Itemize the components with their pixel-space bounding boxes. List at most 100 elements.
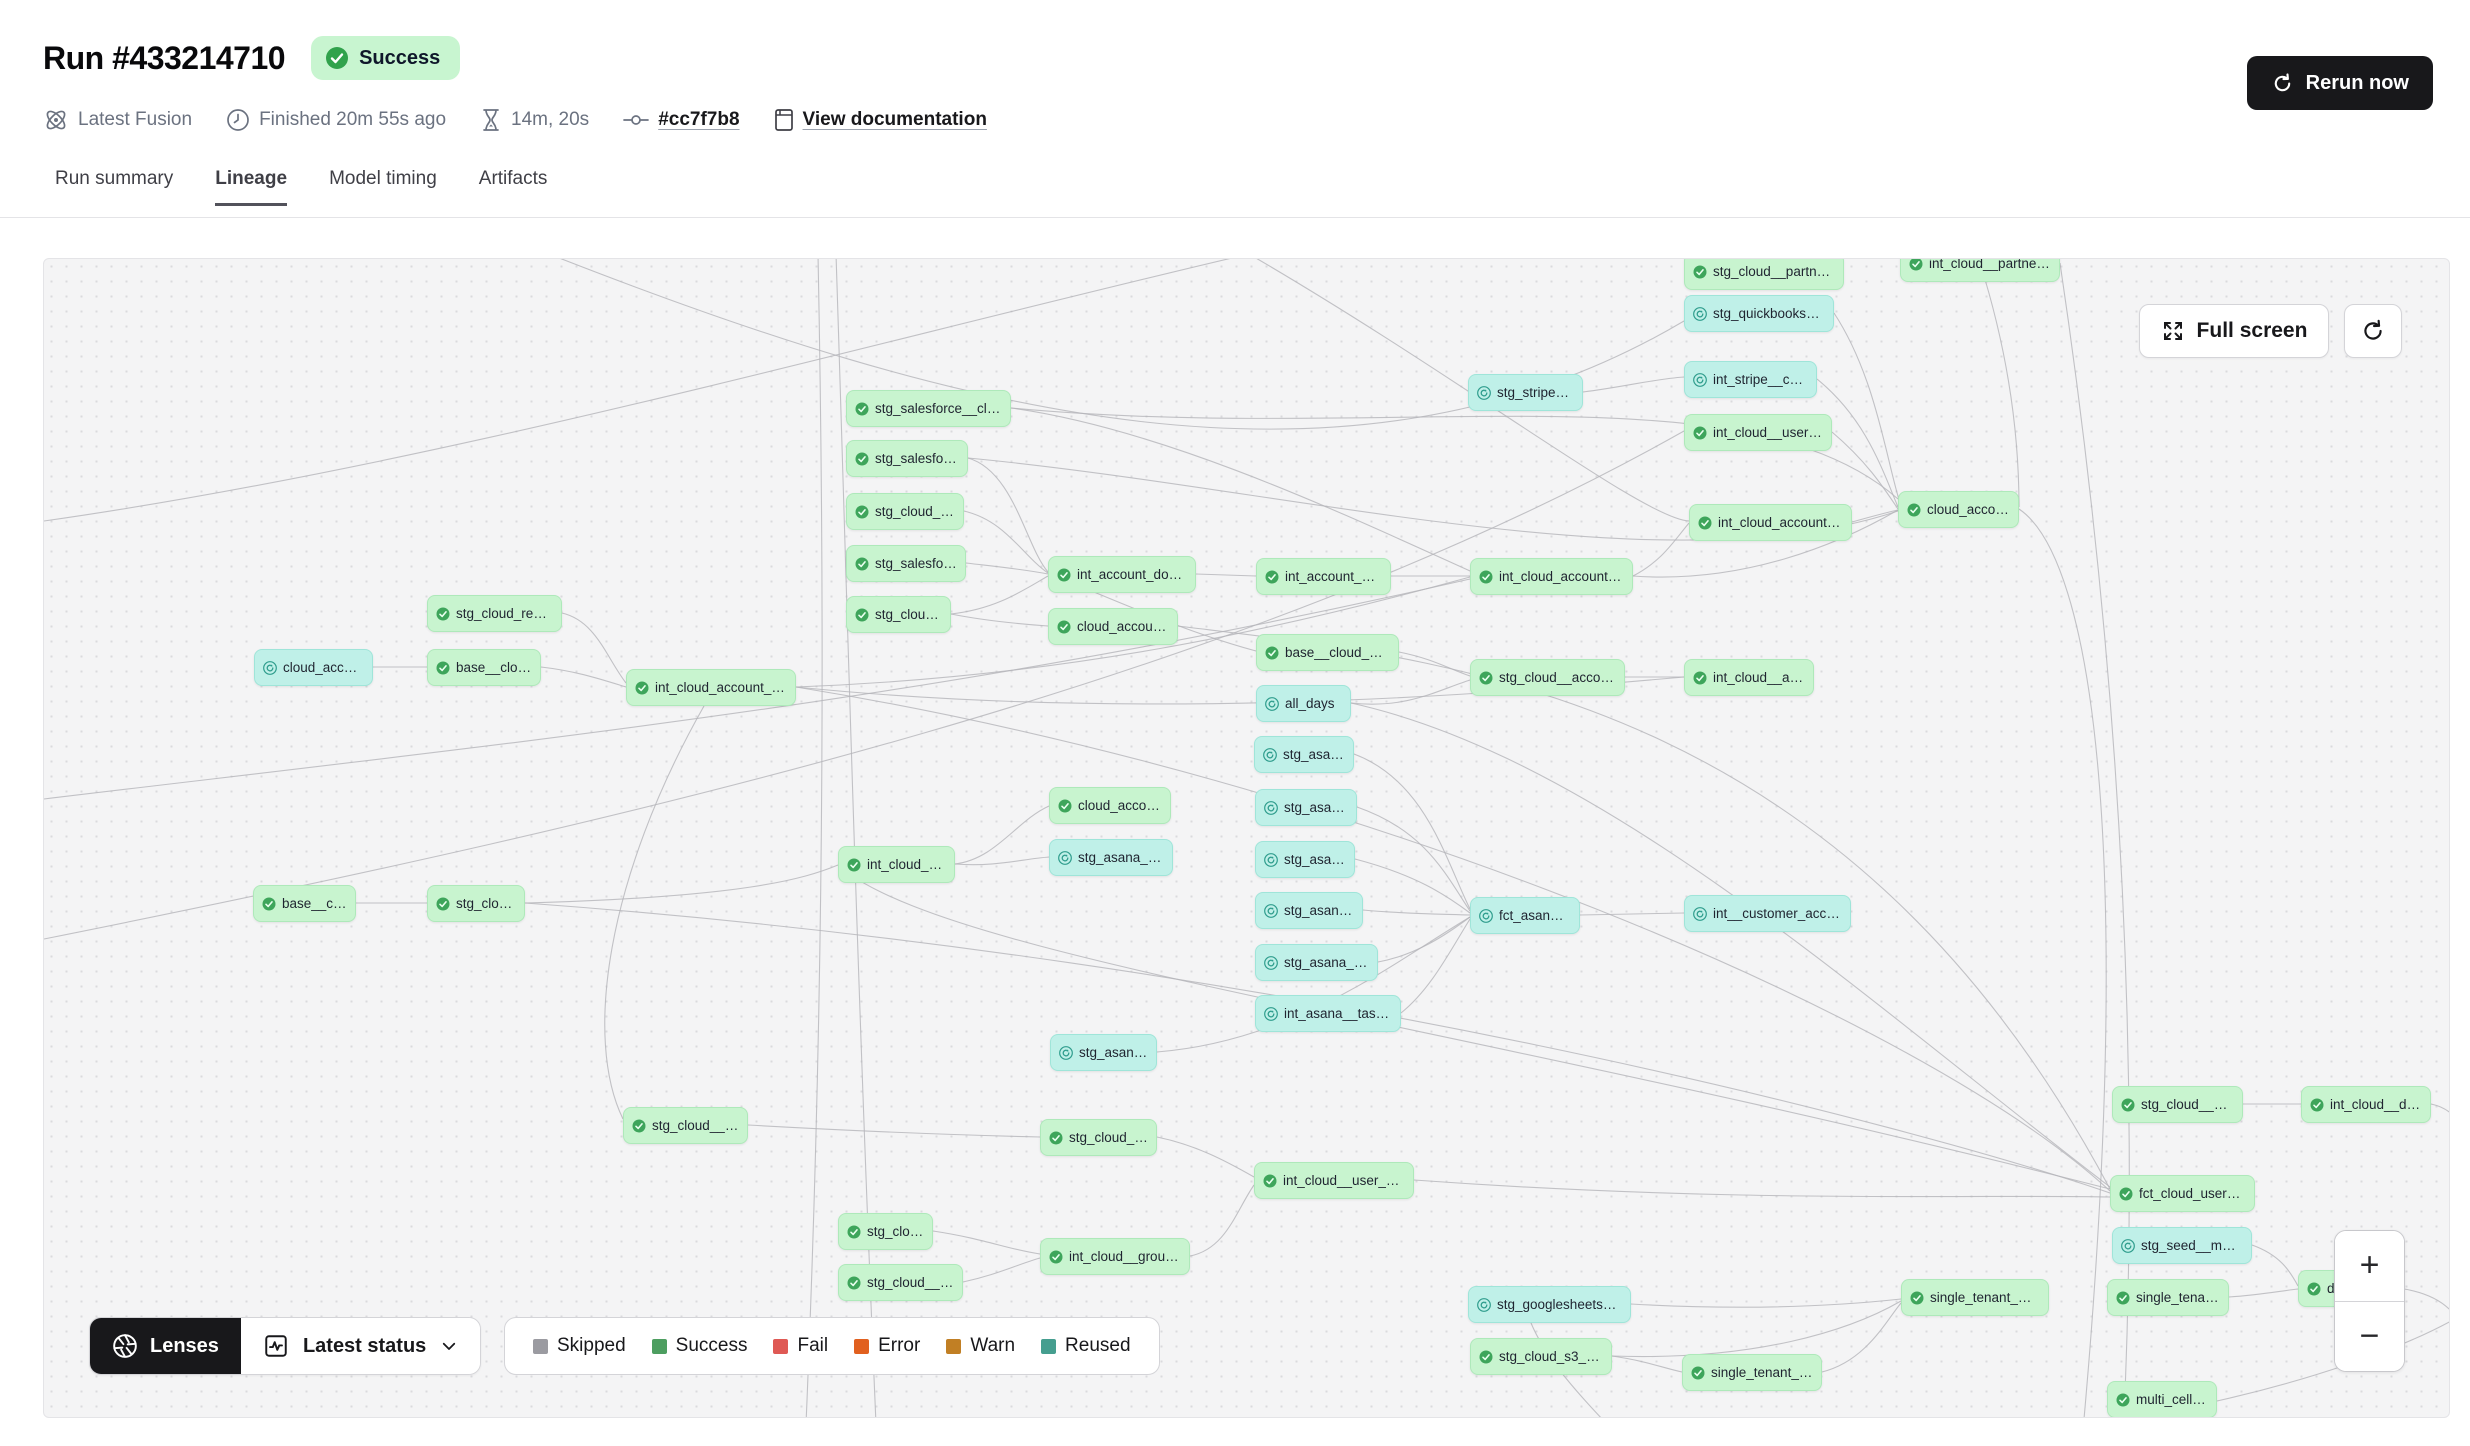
graph-node[interactable]: int_cloud__user_ac… xyxy=(1684,414,1832,451)
graph-node[interactable]: int_account_domain… xyxy=(1048,556,1196,593)
graph-node[interactable]: stg_asana__tas… xyxy=(1049,839,1173,876)
graph-node[interactable]: single_tenant_mapp… xyxy=(1901,1279,2049,1316)
meta-duration-label: 14m, 20s xyxy=(511,109,589,131)
graph-node[interactable]: int_cloud__user_group… xyxy=(1254,1162,1414,1199)
tab-bar-divider xyxy=(0,217,2470,218)
graph-node[interactable]: int_cloud__group_per… xyxy=(1040,1238,1190,1275)
graph-node[interactable]: stg_cloud__… xyxy=(846,596,951,633)
graph-node[interactable]: stg_asana… xyxy=(1254,736,1354,773)
node-success-icon xyxy=(1049,1131,1063,1145)
graph-node[interactable]: int_cloud__us… xyxy=(838,846,955,883)
node-label: stg_cloud__us… xyxy=(875,504,955,519)
graph-node[interactable]: cloud_account… xyxy=(1898,491,2019,528)
graph-node[interactable]: stg_asana_… xyxy=(1255,789,1357,826)
node-success-icon xyxy=(635,681,649,695)
canvas-refresh-button[interactable] xyxy=(2344,304,2402,358)
graph-node[interactable]: stg_stripe__c… xyxy=(1468,374,1583,411)
lens-selector[interactable]: Latest status xyxy=(241,1318,480,1374)
node-label: stg_cloud__accounts… xyxy=(1499,670,1616,685)
node-label: int_cloud_account_ma… xyxy=(1499,569,1624,584)
graph-node[interactable]: stg_asana__pr… xyxy=(1255,944,1378,981)
node-reused-icon xyxy=(1264,853,1278,867)
tab-run-summary[interactable]: Run summary xyxy=(55,168,173,206)
graph-node[interactable]: stg_seed__multireg… xyxy=(2112,1227,2252,1264)
graph-node[interactable]: stg_cloud__accounts… xyxy=(1470,659,1625,696)
graph-node[interactable]: int_stripe__custo… xyxy=(1684,361,1817,398)
graph-node[interactable]: int_cloud__partner_con… xyxy=(1900,258,2060,282)
graph-node[interactable]: multi_cell_m… xyxy=(2107,1381,2217,1418)
graph-node[interactable]: stg_salesforce_… xyxy=(846,440,968,477)
graph-node[interactable]: stg_asana__… xyxy=(1050,1034,1157,1071)
graph-node[interactable]: int_cloud_account_ma… xyxy=(1689,504,1852,541)
node-success-icon xyxy=(847,1225,861,1239)
node-success-icon xyxy=(847,1276,861,1290)
graph-node[interactable]: stg_cloud__group… xyxy=(838,1264,963,1301)
tab-lineage[interactable]: Lineage xyxy=(215,168,287,206)
graph-node[interactable]: int_account_dom… xyxy=(1256,558,1391,595)
fullscreen-button[interactable]: Full screen xyxy=(2139,304,2329,358)
graph-node[interactable]: int_cloud_account__m… xyxy=(626,669,796,706)
zoom-out-button[interactable]: − xyxy=(2335,1302,2404,1372)
node-success-icon xyxy=(855,505,869,519)
node-label: stg_cloud__group… xyxy=(867,1275,954,1290)
tab-model-timing[interactable]: Model timing xyxy=(329,168,437,206)
graph-node[interactable]: cloud_account… xyxy=(1049,787,1171,824)
graph-node[interactable]: base__cloud_acco… xyxy=(1256,634,1399,671)
graph-node[interactable]: stg_asana__… xyxy=(1255,892,1363,929)
graph-node[interactable]: stg_quickbooks__a… xyxy=(1684,295,1834,332)
node-label: stg_asana__… xyxy=(1284,903,1354,918)
node-success-icon xyxy=(1265,570,1279,584)
graph-node[interactable]: stg_salesforce… xyxy=(846,545,966,582)
graph-node[interactable]: fct_asana_proj… xyxy=(1470,897,1580,934)
graph-node[interactable]: stg_googlesheets__sin… xyxy=(1468,1286,1631,1323)
graph-node[interactable]: base__cloud_… xyxy=(427,649,541,686)
legend-swatch-fail xyxy=(773,1339,788,1354)
graph-node[interactable]: stg_salesforce__cloud_… xyxy=(846,390,1011,427)
graph-node[interactable]: stg_cloud__us… xyxy=(846,493,964,530)
rerun-now-button[interactable]: Rerun now xyxy=(2247,56,2433,110)
lineage-canvas[interactable]: stg_salesforce__cloud_…stg_salesforce_…s… xyxy=(43,258,2450,1418)
graph-node[interactable]: stg_cloud_s3_singl… xyxy=(1470,1338,1612,1375)
status-badge-label: Success xyxy=(359,47,440,70)
lenses-button[interactable]: Lenses xyxy=(90,1318,241,1374)
graph-node[interactable]: stg_cloud__us… xyxy=(1040,1119,1157,1156)
node-label: cloud_account… xyxy=(283,660,364,675)
graph-node[interactable]: base__clou… xyxy=(253,885,356,922)
graph-node[interactable]: cloud_accounts_… xyxy=(1048,608,1178,645)
node-label: int_account_domain… xyxy=(1077,567,1187,582)
node-label: single_tenant_mapp… xyxy=(1930,1290,2040,1305)
graph-node[interactable]: stg_cloud__devel… xyxy=(2112,1086,2243,1123)
node-label: stg_seed__multireg… xyxy=(2141,1238,2243,1253)
node-label: int_cloud__us… xyxy=(867,857,946,872)
node-label: cloud_account… xyxy=(1078,798,1162,813)
graph-node[interactable]: stg_cloud_region… xyxy=(427,595,562,632)
hourglass-icon xyxy=(480,108,502,132)
node-success-icon xyxy=(855,402,869,416)
node-label: stg_cloud__us… xyxy=(1069,1130,1148,1145)
graph-node[interactable]: stg_cloud__email… xyxy=(623,1107,748,1144)
graph-node[interactable]: int__customer_account… xyxy=(1684,895,1851,932)
node-success-icon xyxy=(1058,799,1072,813)
zoom-in-button[interactable]: + xyxy=(2335,1231,2404,1302)
graph-node[interactable]: int_cloud__devel… xyxy=(2301,1086,2431,1123)
meta-fusion-label: Latest Fusion xyxy=(78,109,192,131)
graph-node[interactable]: stg_cloud__partner_c… xyxy=(1684,258,1844,290)
graph-node[interactable]: fct_cloud_user_acc… xyxy=(2110,1175,2255,1212)
commit-link[interactable]: #cc7f7b8 xyxy=(658,109,739,131)
tab-artifacts[interactable]: Artifacts xyxy=(479,168,548,206)
graph-node[interactable]: int_cloud__accoun… xyxy=(1684,659,1814,696)
graph-node[interactable]: stg_cloud_… xyxy=(838,1213,933,1250)
graph-node[interactable]: single_tenant_map… xyxy=(1682,1354,1822,1391)
graph-node[interactable]: stg_cloud_… xyxy=(427,885,525,922)
view-documentation-link[interactable]: View documentation xyxy=(803,109,987,131)
graph-node[interactable]: stg_asana… xyxy=(1255,841,1355,878)
node-label: stg_cloud_… xyxy=(867,1224,924,1239)
graph-node[interactable]: all_days xyxy=(1256,685,1351,722)
node-label: fct_asana_proj… xyxy=(1499,908,1571,923)
graph-node[interactable]: single_tenant_… xyxy=(2107,1279,2229,1316)
lenses-label: Lenses xyxy=(150,1335,219,1358)
graph-node[interactable]: int_cloud_account_ma… xyxy=(1470,558,1633,595)
graph-node[interactable]: int_asana__task_s… xyxy=(1255,995,1401,1032)
graph-node[interactable]: cloud_account… xyxy=(254,649,373,686)
legend-label: Skipped xyxy=(557,1335,626,1357)
